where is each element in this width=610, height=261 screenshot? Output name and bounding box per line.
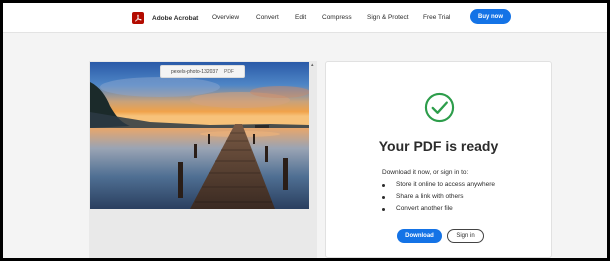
benefits-list: Store it online to access anywhere Share…	[382, 181, 495, 217]
download-intro: Download it now, or sign in to:	[382, 169, 469, 176]
nav-link-compress[interactable]: Compress	[322, 14, 352, 21]
file-preview-panel: pexels-photo-132037 PDF ▴	[89, 61, 317, 258]
success-check-icon	[424, 92, 455, 123]
file-name: pexels-photo-132037	[171, 68, 218, 75]
scroll-up-icon[interactable]: ▴	[311, 63, 316, 68]
brand-name: Adobe Acrobat	[152, 14, 199, 22]
file-type-badge: PDF	[223, 68, 234, 75]
file-name-chip: pexels-photo-132037 PDF	[160, 65, 245, 78]
brand[interactable]: Adobe Acrobat	[132, 12, 198, 24]
nav-link-free-trial[interactable]: Free Trial	[423, 14, 450, 21]
list-item: Convert another file	[382, 205, 495, 217]
nav-link-edit[interactable]: Edit	[295, 14, 306, 21]
nav-link-sign-protect[interactable]: Sign & Protect	[367, 14, 409, 21]
preview-image	[90, 62, 309, 209]
list-item: Share a link with others	[382, 193, 495, 205]
top-nav: Adobe Acrobat Overview Convert Edit Comp…	[3, 3, 607, 33]
ready-card: Your PDF is ready Download it now, or si…	[325, 61, 552, 258]
list-item: Store it online to access anywhere	[382, 181, 495, 193]
nav-link-convert[interactable]: Convert	[256, 14, 279, 21]
sign-in-button[interactable]: Sign in	[447, 229, 484, 243]
buy-now-button[interactable]: Buy now	[470, 9, 511, 24]
acrobat-logo-icon	[132, 12, 144, 24]
ready-title: Your PDF is ready	[378, 138, 499, 154]
app-window: Adobe Acrobat Overview Convert Edit Comp…	[3, 3, 607, 258]
nav-link-overview[interactable]: Overview	[212, 14, 239, 21]
download-button[interactable]: Download	[397, 229, 442, 243]
